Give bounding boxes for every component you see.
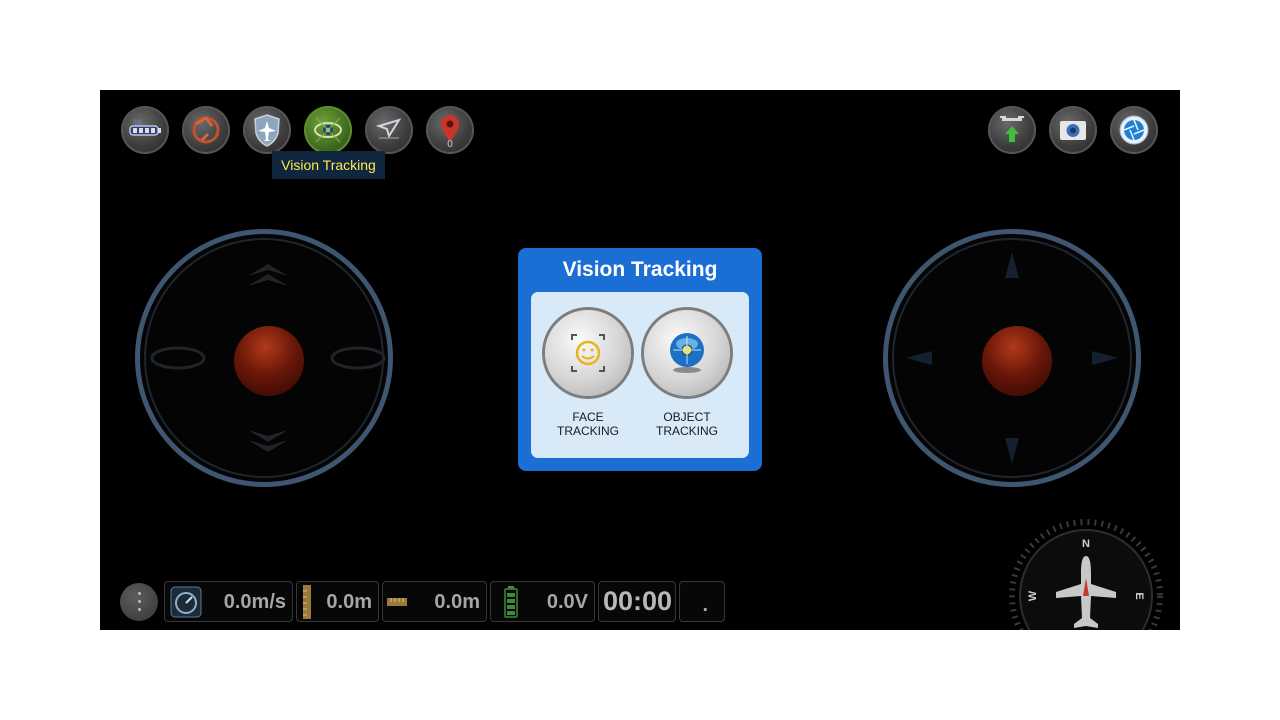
face-tracking-option[interactable]: FACE TRACKING (543, 310, 633, 450)
extra-readout: . (679, 581, 725, 622)
drone-takeoff-icon (1000, 116, 1024, 142)
voltage-value: 0.0V (546, 591, 588, 613)
rotate-icon (192, 116, 220, 144)
right-joystick[interactable] (883, 229, 1141, 487)
left-joystick-knob[interactable] (234, 326, 304, 396)
camera-button[interactable] (1049, 106, 1097, 154)
distance-ruler-icon (387, 598, 407, 606)
flight-timer: 00:00 (598, 581, 676, 622)
speedometer-icon (170, 586, 202, 618)
shutter-button[interactable] (1110, 106, 1158, 154)
camera-icon (1060, 121, 1086, 140)
rotate-button[interactable] (182, 106, 230, 154)
object-tracking-button[interactable] (644, 310, 730, 396)
battery-signal-icon: ||||| (129, 120, 161, 136)
battery-signal-button[interactable]: ||||| (121, 106, 169, 154)
vision-tracking-eye-icon (314, 117, 342, 143)
height-ruler-icon (303, 585, 311, 619)
object-tracking-icon (670, 333, 704, 373)
face-tracking-label-line2: TRACKING (556, 424, 619, 438)
face-tracking-button[interactable] (545, 310, 631, 396)
compass-west: W (1027, 590, 1039, 601)
menu-dot (138, 600, 141, 603)
waypoint-count: 0 (447, 139, 453, 150)
menu-dot (138, 608, 141, 611)
extra-value: . (702, 594, 708, 616)
voltage-readout: 0.0V (490, 581, 595, 622)
height-value: 0.0m (326, 591, 372, 613)
dialog-panel: FACE TRACKING OBJECT TRACKING (531, 292, 749, 458)
send-path-icon (375, 118, 402, 139)
distance-value: 0.0m (434, 591, 480, 613)
vision-tracking-dialog: Vision Tracking FACE TRACKING OBJECT TRA… (518, 248, 762, 471)
dialog-title: Vision Tracking (562, 258, 718, 281)
right-joystick-knob[interactable] (982, 326, 1052, 396)
takeoff-button[interactable] (988, 106, 1036, 154)
menu-dot (138, 592, 141, 595)
waypoint-button[interactable]: 0 (426, 106, 474, 154)
object-tracking-label-line2: TRACKING (655, 424, 718, 438)
shutter-icon (1119, 115, 1149, 145)
drone-control-screen: ||||| 0 Vision Tracking Vision Tracking … (100, 90, 1180, 630)
svg-text:|||||: ||||| (133, 120, 141, 126)
speed-readout: 0.0m/s (164, 581, 293, 622)
send-path-button[interactable] (365, 106, 413, 154)
more-menu-button[interactable] (120, 583, 158, 621)
flight-mode-shield-icon (254, 114, 280, 147)
vision-tracking-button[interactable] (304, 106, 352, 154)
height-readout: 0.0m (296, 581, 379, 622)
timer-value: 00:00 (602, 586, 672, 616)
compass-icon: N E W (1009, 519, 1163, 630)
face-tracking-icon (571, 334, 605, 372)
speed-value: 0.0m/s (223, 591, 286, 613)
compass-north: N (1082, 538, 1090, 550)
distance-readout: 0.0m (382, 581, 487, 622)
flight-mode-button[interactable] (243, 106, 291, 154)
left-joystick[interactable] (135, 229, 393, 487)
vision-tracking-tooltip: Vision Tracking (272, 151, 385, 179)
face-tracking-label-line1: FACE (572, 410, 604, 424)
object-tracking-label-line1: OBJECT (663, 410, 711, 424)
compass-east: E (1133, 592, 1145, 599)
object-tracking-option[interactable]: OBJECT TRACKING (642, 310, 732, 450)
battery-icon (504, 586, 518, 618)
